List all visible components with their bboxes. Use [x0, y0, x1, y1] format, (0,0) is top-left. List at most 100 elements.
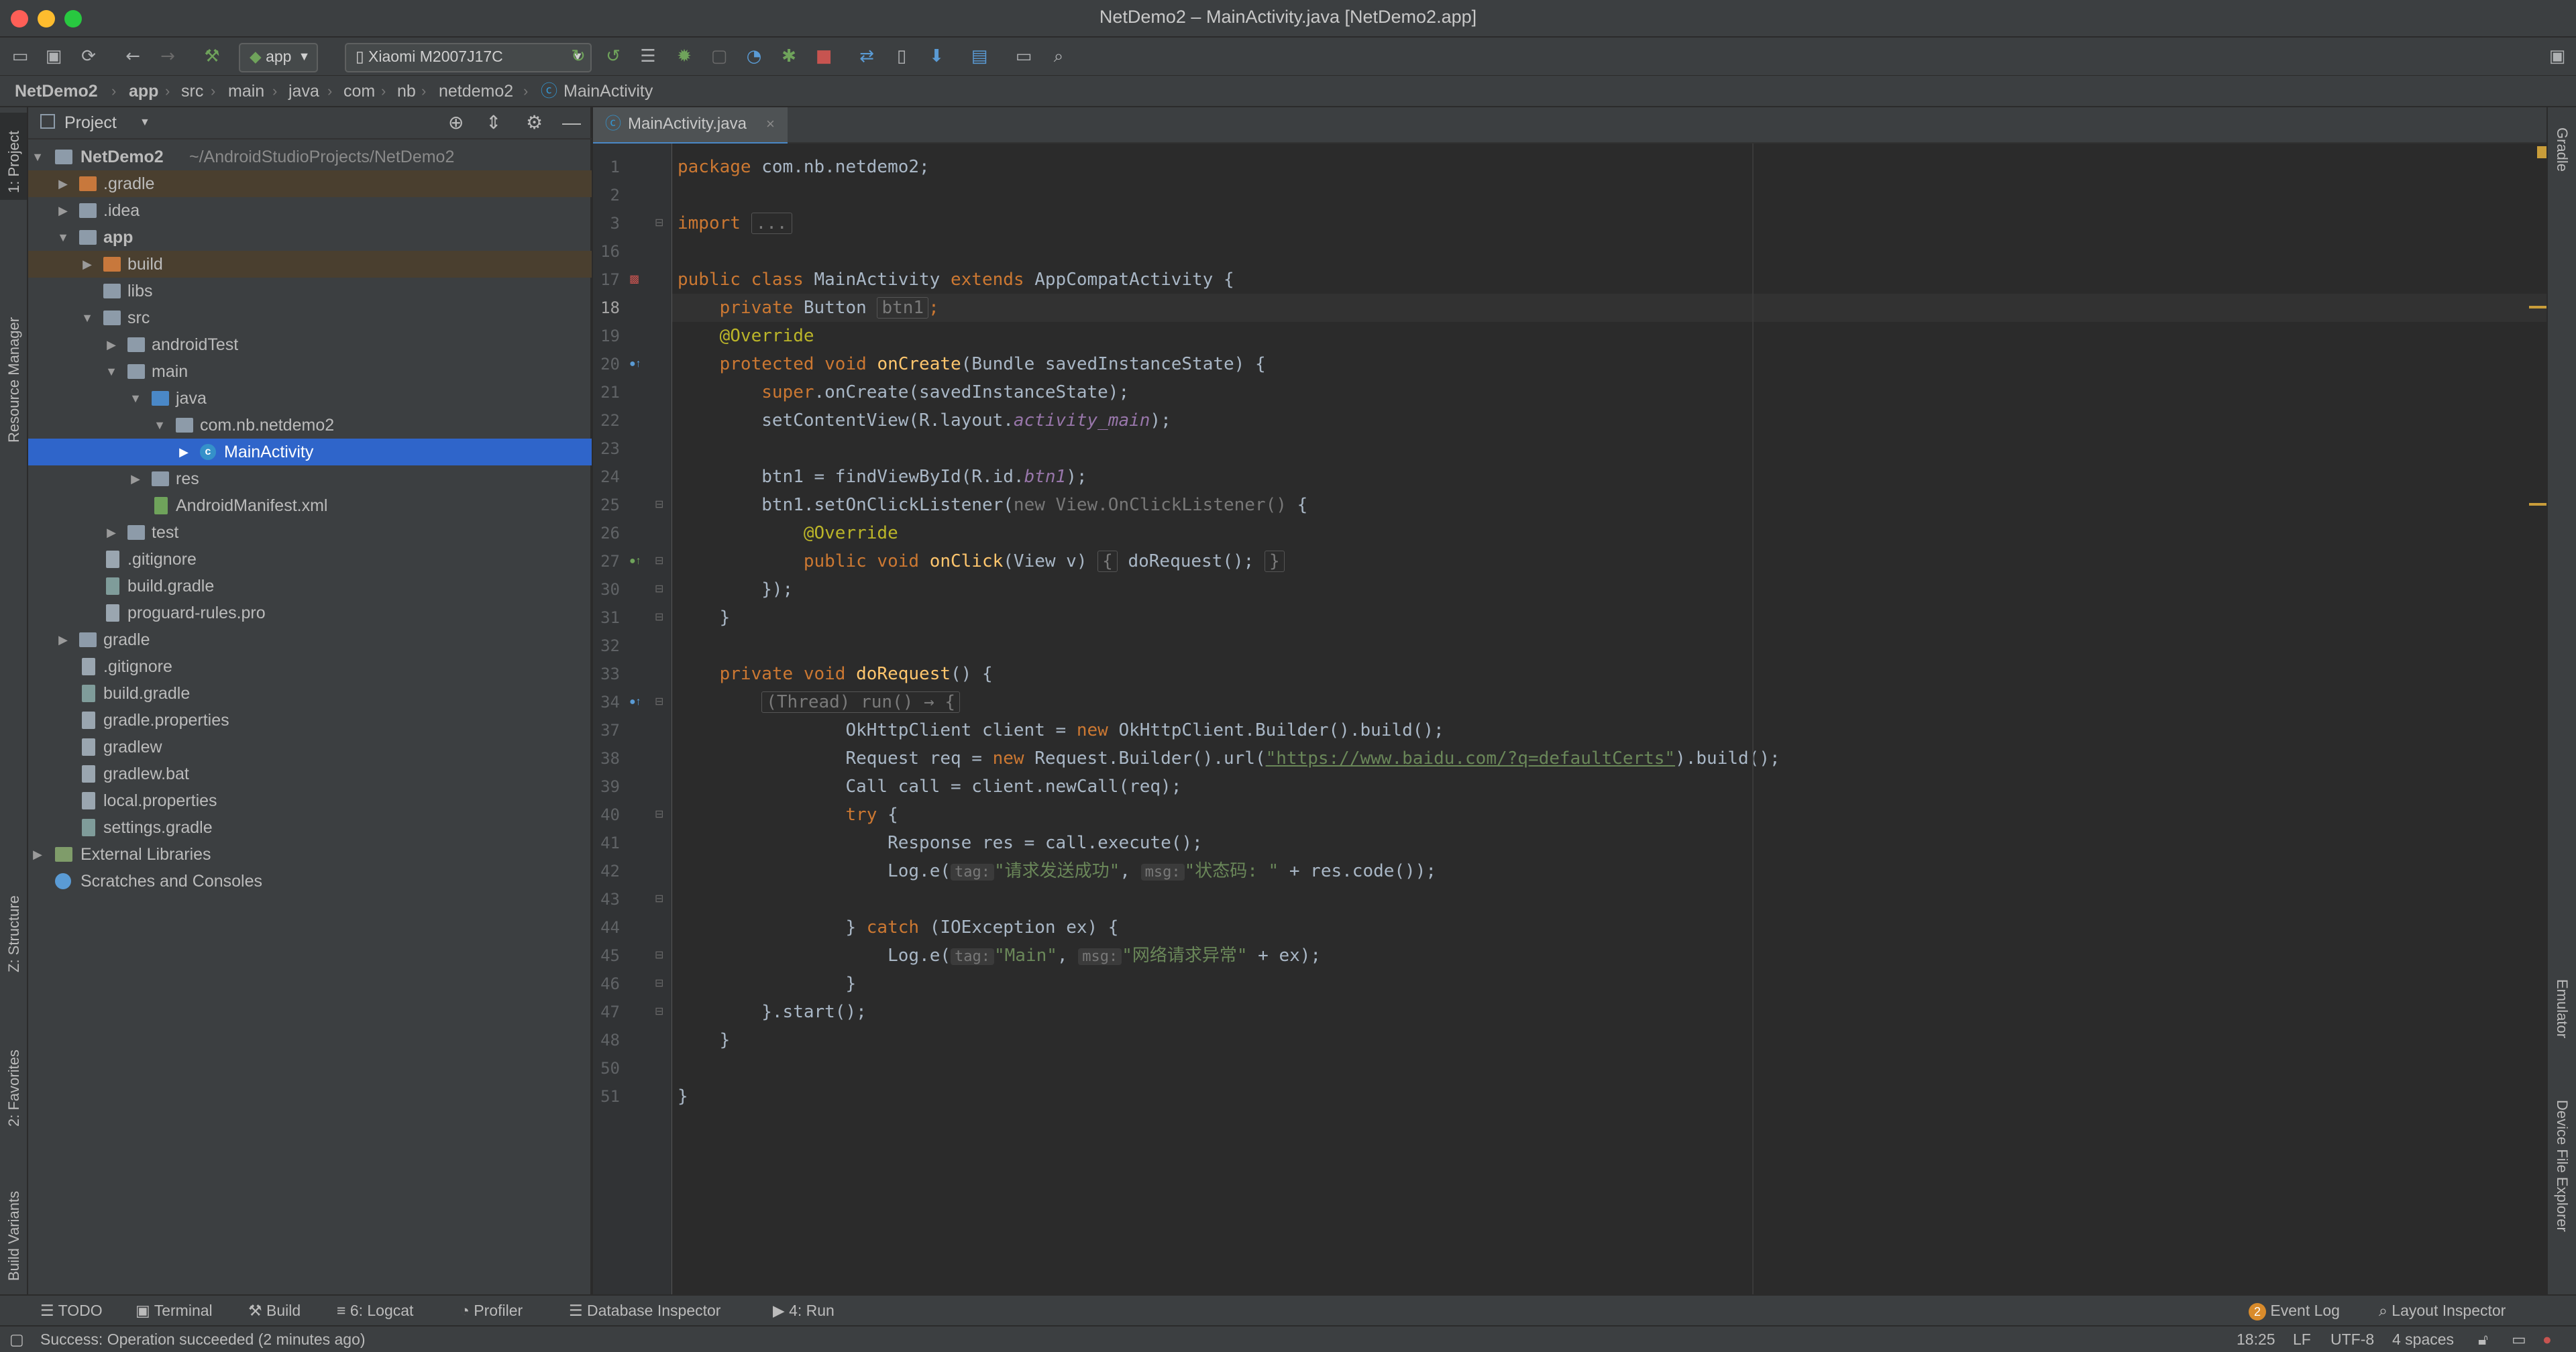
- forward-icon[interactable]: →: [157, 46, 178, 67]
- fold-marker-icon[interactable]: ⊟: [655, 491, 663, 519]
- tree-item-local-properties[interactable]: local.properties: [28, 787, 592, 814]
- tree-item-gradlew[interactable]: gradlew: [28, 734, 592, 760]
- tab-mainactivity[interactable]: ⓒ MainActivity.java ×: [593, 107, 788, 145]
- breadcrumb-item[interactable]: java: [288, 76, 319, 107]
- warning-marker-icon[interactable]: [2537, 146, 2546, 158]
- terminal-tool-button[interactable]: ▣ Terminal: [136, 1296, 213, 1325]
- build-tool-button[interactable]: ⚒ Build: [248, 1296, 301, 1325]
- hide-panel-icon[interactable]: —: [562, 107, 581, 138]
- tree-item-gradlew-bat[interactable]: gradlew.bat: [28, 760, 592, 787]
- account-icon[interactable]: ▣: [2546, 46, 2568, 67]
- build-hammer-icon[interactable]: ⚒: [201, 46, 223, 67]
- run-list-icon[interactable]: ☰: [637, 46, 659, 67]
- breadcrumb-item[interactable]: main: [228, 76, 264, 107]
- tool-window-project[interactable]: 1: Project: [5, 131, 23, 193]
- fold-marker-icon[interactable]: ⊟: [655, 688, 663, 716]
- overrides-method-icon[interactable]: ●↑: [629, 688, 641, 716]
- chevron-down-icon[interactable]: ▼: [152, 412, 168, 439]
- breadcrumb-item[interactable]: NetDemo2: [15, 76, 98, 107]
- fold-marker-icon[interactable]: ⊟: [655, 998, 663, 1026]
- breadcrumb-item[interactable]: netdemo2: [439, 76, 513, 107]
- chevron-down-icon[interactable]: ▼: [103, 358, 119, 385]
- chevron-right-icon[interactable]: ▶: [55, 197, 71, 224]
- stop-icon[interactable]: ■: [813, 46, 835, 67]
- fold-marker-icon[interactable]: ⊟: [655, 885, 663, 913]
- tree-item-build-gradle[interactable]: build.gradle: [28, 680, 592, 707]
- chevron-right-icon[interactable]: ▶: [55, 626, 71, 653]
- tool-window-emulator[interactable]: Emulator: [2553, 979, 2571, 1038]
- lock-icon[interactable]: 🔓︎: [2478, 1327, 2488, 1352]
- tree-item-res[interactable]: ▶ res: [28, 465, 592, 492]
- tree-item-scratches[interactable]: Scratches and Consoles: [28, 868, 592, 895]
- tree-item-app[interactable]: ▼ app: [28, 224, 592, 251]
- profile-icon[interactable]: ◔: [743, 46, 765, 67]
- tree-item-manifest[interactable]: AndroidManifest.xml: [28, 492, 592, 519]
- gear-icon[interactable]: ⚙: [526, 107, 543, 138]
- back-icon[interactable]: ←: [122, 46, 144, 67]
- chevron-right-icon[interactable]: ▶: [55, 170, 71, 197]
- fold-marker-icon[interactable]: ⊟: [655, 604, 663, 632]
- tree-item-build[interactable]: ▶ build: [28, 251, 592, 278]
- tree-item-app-build-gradle[interactable]: build.gradle: [28, 573, 592, 600]
- code-editor[interactable]: private Button btn1; package com.nb.netd…: [672, 144, 2546, 1294]
- run-config-select[interactable]: ◆ app ▼: [239, 43, 319, 72]
- chevron-down-icon[interactable]: ▼: [30, 144, 46, 170]
- tree-item-main[interactable]: ▼ main: [28, 358, 592, 385]
- avd-manager-icon[interactable]: ▯: [891, 46, 912, 67]
- search-icon[interactable]: ⌕: [1048, 46, 1069, 67]
- error-stripe-marker[interactable]: [2529, 306, 2546, 308]
- chevron-right-icon[interactable]: ▶: [103, 519, 119, 546]
- breadcrumb-item[interactable]: app: [129, 76, 158, 107]
- memory-icon[interactable]: ▭: [2512, 1327, 2526, 1352]
- close-icon[interactable]: ×: [766, 107, 775, 141]
- tree-item-settings-gradle[interactable]: settings.gradle: [28, 814, 592, 841]
- logcat-tool-button[interactable]: ≡ 6: Logcat: [337, 1296, 413, 1325]
- tool-window-resource-manager[interactable]: Resource Manager: [5, 317, 23, 443]
- breadcrumb-item[interactable]: nb: [397, 76, 416, 107]
- run-tool-button[interactable]: ▶ 4: Run: [773, 1296, 835, 1325]
- tree-item-androidtest[interactable]: ▶ androidTest: [28, 331, 592, 358]
- tree-item-netdemo2[interactable]: ▼ NetDemo2 ~/AndroidStudioProjects/NetDe…: [28, 144, 592, 170]
- tree-item-test[interactable]: ▶ test: [28, 519, 592, 546]
- chevron-right-icon[interactable]: ▶: [79, 251, 95, 278]
- caret-position[interactable]: 18:25: [2237, 1327, 2275, 1352]
- apply-code-changes-icon[interactable]: ↺: [602, 46, 624, 67]
- profiler-tool-button[interactable]: ◔ Profiler: [460, 1296, 523, 1325]
- save-icon[interactable]: ▣: [43, 46, 64, 67]
- fold-marker-icon[interactable]: ⊟: [655, 942, 663, 970]
- todo-tool-button[interactable]: ☰ TODO: [40, 1296, 103, 1325]
- tree-item-gradle-dir[interactable]: ▶ .gradle: [28, 170, 592, 197]
- breadcrumb-item[interactable]: MainActivity: [564, 76, 653, 107]
- chevron-down-icon[interactable]: ▼: [127, 385, 144, 412]
- indent-setting[interactable]: 4 spaces: [2392, 1327, 2454, 1352]
- tree-item-src[interactable]: ▼ src: [28, 304, 592, 331]
- apply-changes-icon[interactable]: ↻: [568, 46, 589, 67]
- chevron-right-icon[interactable]: ▶: [30, 841, 46, 868]
- sync-gradle-icon[interactable]: ⇄: [856, 46, 877, 67]
- error-stripe-marker[interactable]: [2529, 503, 2546, 506]
- sdk-manager-icon[interactable]: ⬇: [926, 46, 947, 67]
- tree-item-external-libraries[interactable]: ▶ External Libraries: [28, 841, 592, 868]
- override-breakpoint-icon[interactable]: ▩: [629, 266, 639, 294]
- line-separator[interactable]: LF: [2293, 1327, 2311, 1352]
- event-log-button[interactable]: 2 Event Log: [2249, 1296, 2340, 1325]
- layout-icon[interactable]: ▭: [1013, 46, 1034, 67]
- status-toggle-icon[interactable]: ▢: [9, 1327, 24, 1352]
- locate-file-icon[interactable]: ⊕: [448, 107, 464, 138]
- project-structure-icon[interactable]: ▤: [969, 46, 990, 67]
- database-inspector-tool-button[interactable]: ☰ Database Inspector: [569, 1296, 720, 1325]
- tree-item-libs[interactable]: libs: [28, 278, 592, 304]
- chevron-right-icon[interactable]: ▶: [127, 465, 144, 492]
- tree-item-app-gitignore[interactable]: .gitignore: [28, 546, 592, 573]
- collapse-all-icon[interactable]: ⇕: [486, 107, 501, 138]
- project-view-label[interactable]: Project: [64, 107, 117, 138]
- layout-inspector-button[interactable]: ⌕ Layout Inspector: [2379, 1296, 2506, 1325]
- implements-method-icon[interactable]: ●↑: [629, 547, 641, 575]
- attach-debugger-icon[interactable]: ▢: [708, 46, 730, 67]
- chevron-right-icon[interactable]: ▶: [176, 439, 192, 465]
- tree-item-gitignore[interactable]: .gitignore: [28, 653, 592, 680]
- file-encoding[interactable]: UTF-8: [2330, 1327, 2374, 1352]
- open-folder-icon[interactable]: ▭: [9, 46, 31, 67]
- debug-bug-icon[interactable]: ✱: [778, 46, 800, 67]
- tree-item-idea[interactable]: ▶ .idea: [28, 197, 592, 224]
